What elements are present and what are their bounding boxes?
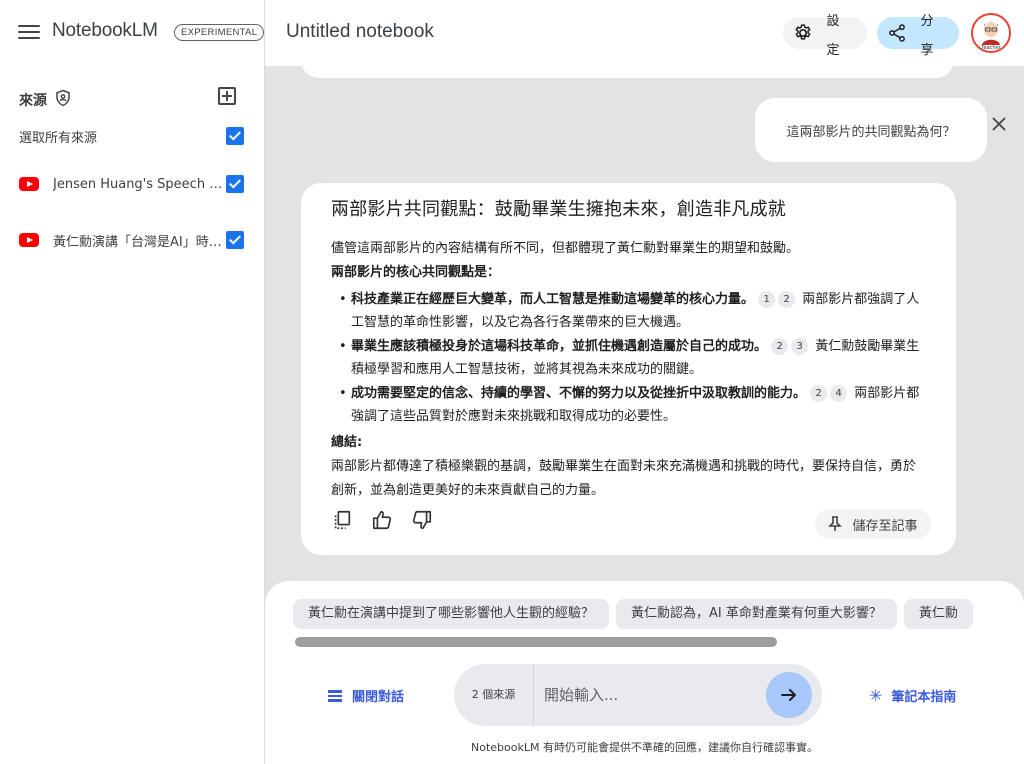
core-points-list: 科技產業正在經歷巨大變革，而人工智慧是推動這場變革的核心力量。 12 兩部影片都… [331,288,926,428]
suggestion-chip[interactable]: 黃仁勳在演講中提到了哪些影響他人生觀的經驗？ [293,599,610,629]
summary-text: 兩部影片都傳達了積極樂觀的基調，鼓勵畢業生在面對未來充滿機遇和挑戰的時代，要保持… [331,459,917,498]
list-item: 科技產業正在經歷巨大變革，而人工智慧是推動這場變革的核心力量。 12 兩部影片都… [331,288,926,334]
citation-button[interactable]: 2 [771,338,789,355]
close-icon[interactable] [989,114,1009,134]
summary-label: 總結: [331,435,363,450]
select-all-label: 選取所有來源 [19,130,98,146]
thumbs-up-icon[interactable] [371,509,393,531]
horizontal-scrollbar[interactable] [295,637,777,647]
avatar-illustration: Teacher [980,22,1002,51]
avatar[interactable]: Teacher [971,13,1011,53]
settings-button[interactable]: 設定 [783,14,867,58]
sidebar: NotebookLM EXPERIMENTAL 來源 選取所有來源 Jensen… [0,0,265,764]
citation-button[interactable]: 2 [778,291,796,308]
point-bold: 畢業生應該積極投身於這場科技革命，並抓住機遇創造屬於自己的成功。 [351,339,768,354]
app-logo: NotebookLM [52,20,158,41]
suggestion-row: 黃仁勳在演講中提到了哪些影響他人生觀的經驗？ 黃仁勳認為，AI 革命對產業有何重大… [293,599,996,631]
answer-actions [331,509,433,531]
source-checkbox[interactable] [226,175,244,193]
chat-area: 這兩部影片的共同觀點為何？ 兩部影片共同觀點：鼓勵畢業生擁抱未來，創造非凡成就 … [265,56,1024,581]
source-label[interactable]: Jensen Huang's Speech at NTU Graduation … [53,177,226,192]
main-panel: Untitled notebook 設定 分享 Teacher 這兩部影片的共同… [265,0,1024,764]
experimental-badge: EXPERIMENTAL [174,24,265,41]
source-checkbox[interactable] [226,231,244,249]
arrow-right-icon [781,689,796,701]
close-chat-label: 關閉對話 [352,690,405,705]
youtube-icon [19,233,39,247]
source-item[interactable]: Jensen Huang's Speech at NTU Graduation … [19,173,244,195]
citation-button[interactable]: 3 [791,338,809,355]
notebook-guide-label: 筆記本指南 [891,690,957,705]
copy-icon[interactable] [331,509,353,531]
select-all-row[interactable]: 選取所有來源 [19,125,244,147]
user-message: 這兩部影片的共同觀點為何？ [755,98,987,162]
add-source-button[interactable] [218,87,236,105]
shield-icon[interactable] [54,88,72,108]
list-item: 畢業生應該積極投身於這場科技革命，並抓住機遇創造屬於自己的成功。 23 黃仁勳鼓… [331,335,926,381]
close-chat-button[interactable]: 關閉對話 [327,686,404,705]
source-count: 2 個來源 [454,664,534,726]
point-bold: 科技產業正在經歷巨大變革，而人工智慧是推動這場變革的核心力量。 [351,292,755,307]
sparkle-icon: ✳ [869,686,883,705]
suggestion-chip[interactable]: 黃仁勳認為，AI 革命對產業有何重大影響？ [616,599,897,629]
list-item: 成功需要堅定的信念、持續的學習、不懈的努力以及從挫折中汲取教訓的能力。 24 兩… [331,382,926,428]
point-bold: 成功需要堅定的信念、持續的學習、不懈的努力以及從挫折中汲取教訓的能力。 [351,386,807,401]
citation-button[interactable]: 1 [758,291,776,308]
citation-button[interactable]: 2 [810,385,828,402]
citation-button[interactable]: 4 [830,385,848,402]
avatar-caption: Teacher [980,45,1001,51]
share-icon [889,24,905,42]
chat-input[interactable] [544,679,754,711]
select-all-checkbox[interactable] [226,127,244,145]
source-label[interactable]: 黃仁勳演講「台灣是AI」時代的核心 [53,231,226,250]
core-points-label: 兩部影片的核心共同觀點是： [331,265,501,280]
bottom-panel: 黃仁勳在演講中提到了哪些影響他人生觀的經驗？ 黃仁勳認為，AI 革命對產業有何重大… [265,581,1024,764]
notebook-guide-button[interactable]: ✳ 筆記本指南 [869,686,956,705]
youtube-icon [19,177,39,191]
sources-heading: 來源 [19,93,47,109]
chat-list-icon [328,689,342,702]
source-item[interactable]: 黃仁勳演講「台灣是AI」時代的核心 [19,229,244,251]
menu-icon[interactable] [18,22,40,42]
chat-input-box: 2 個來源 [454,664,822,726]
gear-icon [795,24,811,40]
pin-icon [828,516,843,531]
save-to-note-button[interactable]: 儲存至記事 [815,509,931,539]
suggestion-chip[interactable]: 黃仁勳 [903,599,973,629]
answer-title: 兩部影片共同觀點：鼓勵畢業生擁抱未來，創造非凡成就 [331,199,786,220]
disclaimer: NotebookLM 有時仍可能會提供不準確的回應，建議你自行確認事實。 [471,741,818,754]
share-button[interactable]: 分享 [877,14,959,58]
send-button[interactable] [766,672,812,718]
answer-intro: 儘管這兩部影片的內容結構有所不同，但都體現了黃仁勳對畢業生的期望和鼓勵。 [331,241,800,256]
previous-message-card [301,56,954,78]
save-to-note-label: 儲存至記事 [852,518,918,534]
thumbs-down-icon[interactable] [411,509,433,531]
answer-card: 兩部影片共同觀點：鼓勵畢業生擁抱未來，創造非凡成就 儘管這兩部影片的內容結構有所… [301,183,956,555]
notebook-title[interactable]: Untitled notebook [286,21,434,43]
